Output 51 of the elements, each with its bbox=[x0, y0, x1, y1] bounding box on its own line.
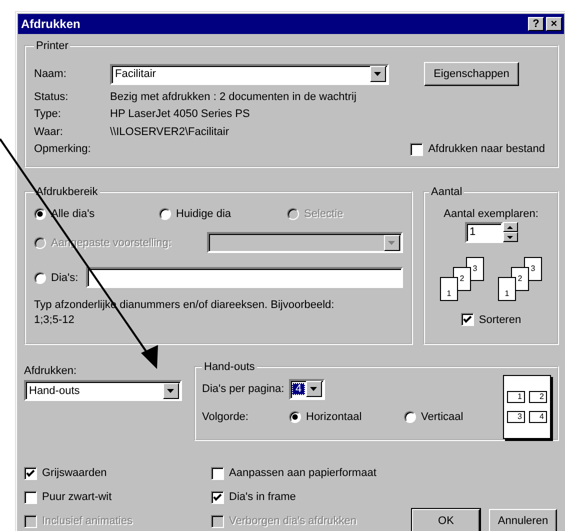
caret-icon bbox=[310, 387, 318, 391]
slide-thumbnail: 4 bbox=[529, 411, 547, 423]
printer-dropdown[interactable]: Facilitair bbox=[110, 64, 389, 84]
close-button[interactable]: × bbox=[546, 17, 562, 31]
info-label: Status: bbox=[34, 90, 70, 103]
ok-button[interactable]: OK bbox=[412, 509, 480, 531]
info-value: \\ILOSERVER2\Facilitair bbox=[110, 126, 230, 138]
slide-thumbnail: 1 bbox=[507, 391, 525, 403]
group-label: Aantal bbox=[430, 186, 464, 198]
window-title: Afdrukken bbox=[21, 17, 80, 31]
slide-thumbnail: 3 bbox=[507, 411, 525, 423]
custom-show-dropdown[interactable] bbox=[207, 232, 403, 253]
slides-radio[interactable]: Dia's: bbox=[34, 272, 78, 284]
info-label: Type: bbox=[34, 108, 62, 120]
info-label: Waar: bbox=[34, 126, 64, 138]
check-icon bbox=[462, 315, 472, 324]
order-radio[interactable]: Verticaal bbox=[404, 411, 464, 423]
info-value: Bezig met afdrukken : 2 documenten in de wachtrij bbox=[110, 90, 356, 103]
check-icon bbox=[26, 468, 35, 478]
per-page-dropdown[interactable]: 4 bbox=[289, 378, 325, 400]
info-value: HP LaserJet 4050 Series PS bbox=[110, 108, 250, 120]
slides-input-field[interactable] bbox=[86, 267, 403, 288]
collate-checkbox[interactable]: Sorteren bbox=[460, 313, 522, 326]
properties-button[interactable]: Eigenschappen bbox=[424, 62, 519, 86]
spin-buttons[interactable] bbox=[502, 222, 518, 243]
info-label: Opmerking: bbox=[34, 143, 92, 156]
range-radio[interactable]: Huidige dia bbox=[159, 208, 287, 220]
option-checkbox[interactable]: Dia's in frame bbox=[211, 485, 411, 509]
option-checkbox[interactable]: Puur zwart-wit bbox=[24, 485, 211, 509]
caret-icon bbox=[388, 240, 396, 244]
order-radio[interactable]: Horizontaal bbox=[289, 411, 404, 423]
name-label: Naam: bbox=[34, 68, 68, 80]
up-caret-icon bbox=[507, 226, 513, 228]
caret-icon bbox=[374, 72, 382, 76]
caret-icon bbox=[167, 388, 175, 392]
option-checkbox[interactable]: Grijswaarden bbox=[24, 461, 211, 485]
group-label: Printer bbox=[35, 40, 70, 52]
help-button[interactable]: ? bbox=[528, 17, 544, 31]
check-icon bbox=[213, 492, 222, 502]
print-what-label: Afdrukken: bbox=[24, 365, 78, 377]
slide-thumbnail: 2 bbox=[529, 391, 547, 403]
cancel-button[interactable]: Annuleren bbox=[489, 509, 557, 531]
option-checkbox[interactable]: Aanpassen aan papierformaat bbox=[211, 461, 411, 485]
print-what-dropdown[interactable]: Hand-outs bbox=[24, 380, 182, 401]
per-page-label: Dia's per pagina: bbox=[202, 383, 286, 395]
group-label: Hand-outs bbox=[203, 361, 256, 373]
copies-label: Aantal exemplaren: bbox=[444, 208, 538, 220]
caret-icon bbox=[507, 236, 513, 238]
order-label: Volgorde: bbox=[202, 411, 250, 423]
print-to-file-checkbox[interactable]: Afdrukken naar bestand bbox=[410, 142, 545, 156]
copies-input-field[interactable]: 1 bbox=[464, 222, 502, 243]
